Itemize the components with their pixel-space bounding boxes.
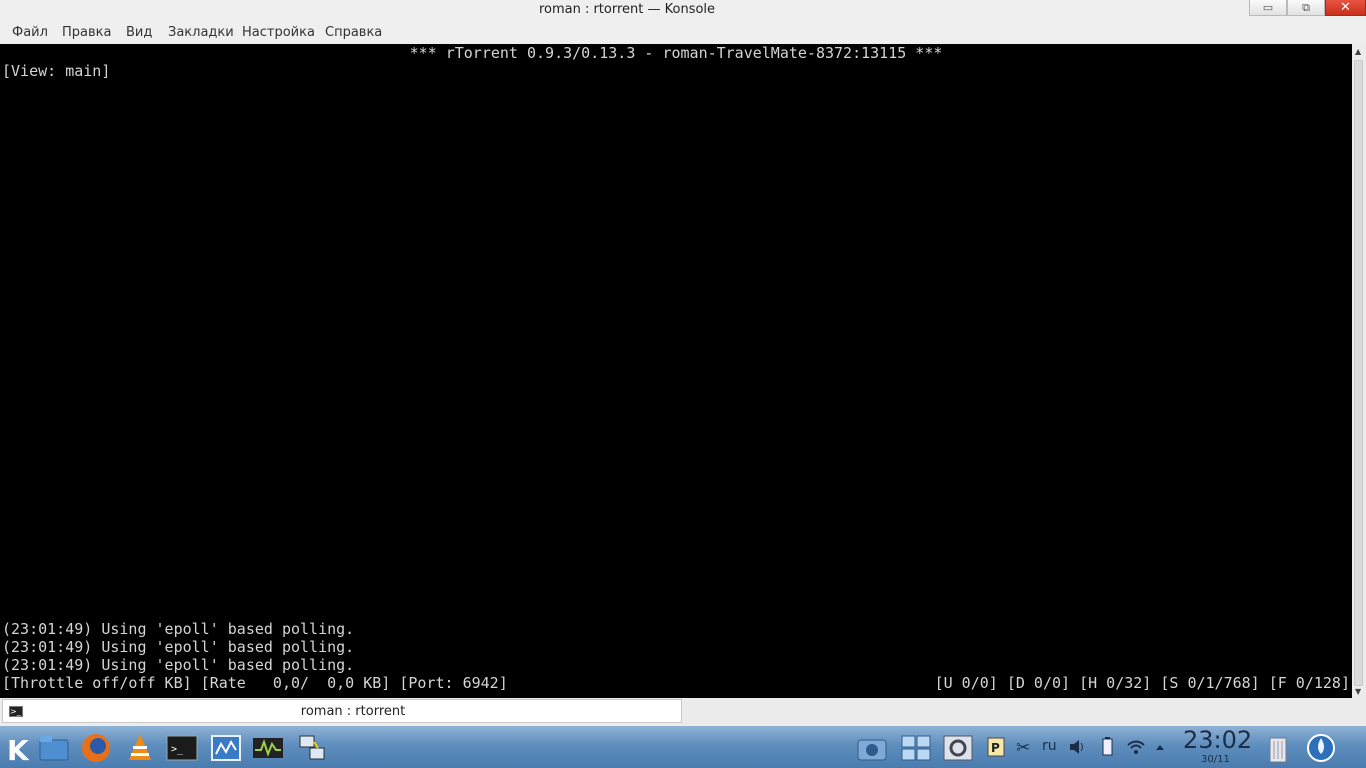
- battery-icon[interactable]: [1097, 737, 1117, 757]
- log-line: (23:01:49) Using 'epoll' based polling.: [2, 638, 355, 656]
- menu-edit[interactable]: Правка: [62, 25, 111, 40]
- trash-icon[interactable]: [1262, 732, 1294, 764]
- menu-settings[interactable]: Настройка: [242, 25, 315, 40]
- menu-view[interactable]: Вид: [126, 25, 152, 40]
- tab-roman-rtorrent[interactable]: >_ roman : rtorrent: [2, 699, 682, 723]
- settings-icon[interactable]: [942, 732, 974, 764]
- scroll-up-icon[interactable]: ▲: [1355, 47, 1361, 56]
- clock-date: 30/11: [1201, 754, 1230, 765]
- menu-bookmarks[interactable]: Закладки: [168, 25, 234, 40]
- konsole-icon[interactable]: >_: [166, 732, 198, 764]
- menu-help[interactable]: Справка: [325, 25, 382, 40]
- clock-time[interactable]: 23:02: [1183, 726, 1252, 754]
- volume-icon[interactable]: [1068, 737, 1088, 757]
- window-titlebar[interactable]: roman : rtorrent — Konsole ▭ ⧉ ✕: [0, 0, 1366, 20]
- maximize-button[interactable]: ⧉: [1287, 0, 1325, 16]
- svg-text:K: K: [7, 734, 30, 764]
- view-indicator: [View: main]: [2, 62, 111, 80]
- system-monitor-icon[interactable]: [210, 732, 242, 764]
- scroll-down-icon[interactable]: ▼: [1355, 687, 1361, 696]
- log-line: (23:01:49) Using 'epoll' based polling.: [2, 620, 355, 638]
- status-left: [Throttle off/off KB] [Rate 0,0/ 0,0 KB]…: [2, 674, 508, 692]
- taskbar: K >_ P ✂ ru: [0, 726, 1366, 768]
- weather-icon[interactable]: [1305, 732, 1337, 764]
- file-manager-icon[interactable]: [38, 732, 70, 764]
- svg-text:>_: >_: [171, 744, 184, 755]
- scissors-icon[interactable]: ✂: [1015, 737, 1035, 758]
- status-right: [U 0/0] [D 0/0] [H 0/32] [S 0/1/768] [F …: [934, 674, 1350, 692]
- terminal-scrollbar[interactable]: ▲ ▼: [1352, 44, 1366, 698]
- svg-text:✂: ✂: [1016, 738, 1030, 757]
- ksysguard-icon[interactable]: [252, 732, 284, 764]
- log-line: (23:01:49) Using 'epoll' based polling.: [2, 656, 355, 674]
- tab-label: roman : rtorrent: [300, 704, 406, 719]
- terminal-area[interactable]: *** rTorrent 0.9.3/0.13.3 - roman-Travel…: [0, 44, 1352, 698]
- minimize-icon: ▭: [1262, 1, 1274, 14]
- network-icon[interactable]: [296, 732, 328, 764]
- keyboard-layout-label: ru: [1042, 738, 1057, 754]
- menu-file[interactable]: Файл: [12, 25, 48, 40]
- camera-icon[interactable]: [856, 732, 888, 764]
- vlc-icon[interactable]: [124, 732, 156, 764]
- menubar: Файл Правка Вид Закладки Настройка Справ…: [0, 20, 1366, 44]
- svg-text:P: P: [991, 741, 1000, 755]
- firefox-icon[interactable]: [80, 732, 112, 764]
- scroll-thumb[interactable]: [1354, 60, 1363, 686]
- window-title: roman : rtorrent — Konsole: [538, 2, 716, 17]
- tray-expand-icon[interactable]: [1153, 737, 1167, 757]
- rtorrent-header: *** rTorrent 0.9.3/0.13.3 - roman-Travel…: [409, 44, 943, 62]
- keyboard-layout[interactable]: ru: [1042, 737, 1064, 757]
- windows-icon[interactable]: [900, 732, 932, 764]
- wifi-icon[interactable]: [1126, 737, 1146, 757]
- close-button[interactable]: ✕: [1325, 0, 1366, 16]
- klipper-icon[interactable]: P: [986, 737, 1006, 757]
- close-icon: ✕: [1340, 0, 1351, 15]
- maximize-icon: ⧉: [1302, 1, 1310, 14]
- kde-menu-icon[interactable]: K: [4, 732, 36, 767]
- tab-bar: >_ roman : rtorrent: [0, 698, 1366, 726]
- minimize-button[interactable]: ▭: [1249, 0, 1287, 16]
